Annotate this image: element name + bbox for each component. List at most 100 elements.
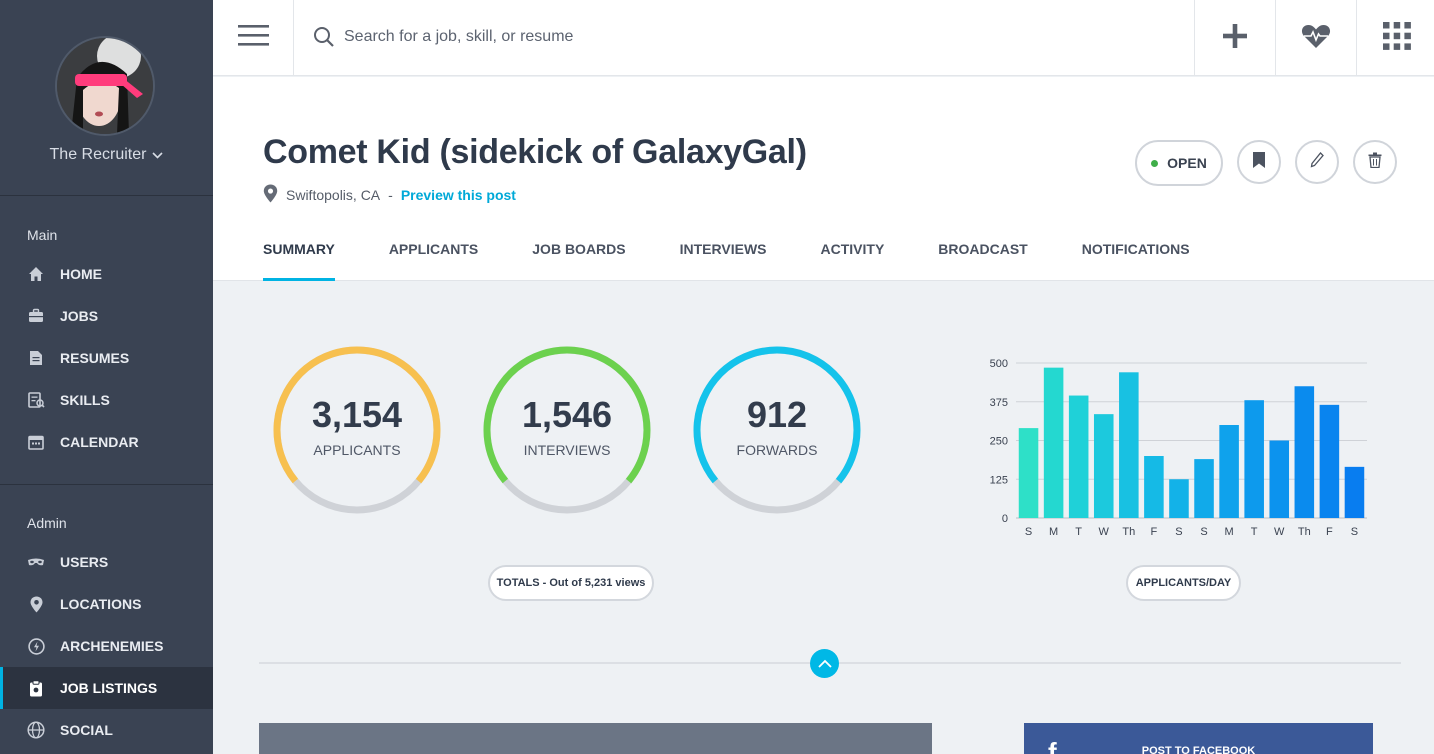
- x-tick-label: F: [1326, 526, 1333, 538]
- preview-post-link[interactable]: Preview this post: [401, 187, 516, 203]
- heart-pulse-icon: [1301, 23, 1331, 54]
- tab-activity[interactable]: ACTIVITY: [821, 234, 885, 281]
- x-tick-label: T: [1075, 526, 1082, 538]
- edit-button[interactable]: [1295, 140, 1339, 184]
- tab-bar: SUMMARY APPLICANTS JOB BOARDS INTERVIEWS…: [263, 234, 1244, 281]
- x-tick-label: S: [1351, 526, 1358, 538]
- bookmark-button[interactable]: [1237, 140, 1281, 184]
- applicants-per-day-chart: 0 125 250 375 500 S M T W Th F S S M T W Th F S: [990, 358, 1367, 538]
- plus-icon: [1223, 23, 1247, 53]
- user-name: The Recruiter: [49, 146, 147, 163]
- chart-bar: [1169, 479, 1189, 518]
- sidebar-item-label: CALENDAR: [60, 434, 139, 450]
- chart-bar: [1093, 414, 1114, 518]
- post-to-facebook-button[interactable]: f POST TO FACEBOOK: [1024, 723, 1373, 754]
- menu-icon: [237, 25, 269, 51]
- stat-ring-interviews: 1,546 INTERVIEWS: [479, 342, 655, 518]
- tab-notifications[interactable]: NOTIFICATIONS: [1082, 234, 1190, 281]
- page-title: Comet Kid (sidekick of GalaxyGal): [263, 133, 807, 171]
- sidebar-item-users[interactable]: USERS: [0, 541, 213, 583]
- sidebar-item-label: JOBS: [60, 308, 99, 324]
- top-bar: [213, 0, 1434, 76]
- chart-bar: [1344, 466, 1365, 518]
- chart-bar: [1119, 372, 1139, 518]
- tab-interviews[interactable]: INTERVIEWS: [680, 234, 767, 281]
- chevron-up-icon: [817, 655, 832, 673]
- sidebar-divider: [0, 484, 213, 485]
- x-tick-label: M: [1225, 526, 1234, 538]
- home-icon: [27, 265, 45, 283]
- chart-label-badge[interactable]: APPLICANTS/DAY: [1126, 565, 1241, 601]
- tab-job-boards[interactable]: JOB BOARDS: [532, 234, 625, 281]
- sidebar-item-label: SKILLS: [60, 392, 110, 408]
- x-tick-label: F: [1151, 526, 1158, 538]
- collapse-button[interactable]: [810, 649, 839, 678]
- stat-value: 1,546: [521, 394, 613, 435]
- search-input[interactable]: [344, 22, 1044, 52]
- totals-badge[interactable]: TOTALS - Out of 5,231 views: [488, 565, 654, 601]
- sidebar-item-resumes[interactable]: RESUMES: [0, 337, 213, 379]
- sidebar-item-job-listings[interactable]: JOB LISTINGS: [0, 667, 213, 709]
- facebook-button-label: POST TO FACEBOOK: [1141, 745, 1256, 754]
- sidebar-item-label: SOCIAL: [60, 722, 113, 738]
- profile-name[interactable]: The Recruiter: [0, 146, 213, 164]
- stat-ring-forwards: 912 FORWARDS: [689, 342, 865, 518]
- x-tick-label: Th: [1122, 526, 1135, 538]
- stat-ring-applicants: 3,154 APPLICANTS: [269, 342, 445, 518]
- stat-label: INTERVIEWS: [523, 442, 611, 458]
- add-button[interactable]: [1194, 0, 1275, 76]
- briefcase-icon: [27, 307, 45, 325]
- chart-bar: [1219, 425, 1239, 518]
- x-tick-label: S: [1200, 526, 1207, 538]
- status-label: OPEN: [1167, 155, 1207, 171]
- y-tick-label: 375: [990, 397, 1008, 409]
- chart-bar: [1068, 395, 1089, 518]
- status-button[interactable]: OPEN: [1135, 140, 1223, 186]
- sidebar-item-label: USERS: [60, 554, 109, 570]
- chart-bar: [1319, 404, 1340, 518]
- x-tick-label: S: [1025, 526, 1032, 538]
- chart-bar: [1144, 456, 1164, 518]
- bookmark-icon: [1253, 151, 1265, 173]
- sidebar-item-home[interactable]: HOME: [0, 253, 213, 295]
- tab-applicants[interactable]: APPLICANTS: [389, 234, 478, 281]
- map-pin-icon: [27, 595, 45, 613]
- x-tick-label: S: [1175, 526, 1182, 538]
- document-icon: [27, 349, 45, 367]
- sidebar-item-label: JOB LISTINGS: [60, 680, 158, 696]
- sidebar-item-label: RESUMES: [60, 350, 130, 366]
- job-header: Comet Kid (sidekick of GalaxyGal) Swifto…: [213, 77, 1434, 281]
- tab-summary[interactable]: SUMMARY: [263, 234, 335, 281]
- sidebar: The Recruiter Main HOME JOBS RESUMES SKI…: [0, 0, 213, 754]
- x-tick-label: Th: [1298, 526, 1311, 538]
- status-dot: [1151, 159, 1159, 167]
- apps-button[interactable]: [1356, 0, 1434, 76]
- menu-button[interactable]: [213, 0, 294, 76]
- skills-icon: [27, 391, 45, 409]
- y-tick-label: 500: [990, 358, 1008, 370]
- section-label-admin: Admin: [27, 515, 67, 531]
- x-tick-label: W: [1274, 526, 1285, 538]
- sidebar-item-jobs[interactable]: JOBS: [0, 295, 213, 337]
- sidebar-item-archenemies[interactable]: ARCHENEMIES: [0, 625, 213, 667]
- sidebar-item-skills[interactable]: SKILLS: [0, 379, 213, 421]
- tab-broadcast[interactable]: BROADCAST: [938, 234, 1027, 281]
- avatar[interactable]: [55, 36, 155, 136]
- calendar-icon: [27, 433, 45, 451]
- sidebar-item-calendar[interactable]: CALENDAR: [0, 421, 213, 463]
- delete-button[interactable]: [1353, 140, 1397, 184]
- sidebar-item-locations[interactable]: LOCATIONS: [0, 583, 213, 625]
- chart-bar: [1194, 459, 1214, 518]
- chart-bar: [1294, 386, 1315, 518]
- health-button[interactable]: [1275, 0, 1356, 76]
- trash-icon: [1368, 152, 1382, 173]
- separator: -: [388, 187, 393, 203]
- pencil-icon: [1310, 151, 1324, 173]
- chart-bar: [1244, 400, 1264, 518]
- y-tick-label: 0: [1002, 513, 1008, 525]
- stat-label: APPLICANTS: [313, 442, 401, 458]
- location-row: Swiftopolis, CA - Preview this post: [263, 184, 516, 206]
- chart-bar: [1043, 367, 1064, 518]
- y-tick-label: 125: [990, 474, 1008, 486]
- sidebar-item-social[interactable]: SOCIAL: [0, 709, 213, 751]
